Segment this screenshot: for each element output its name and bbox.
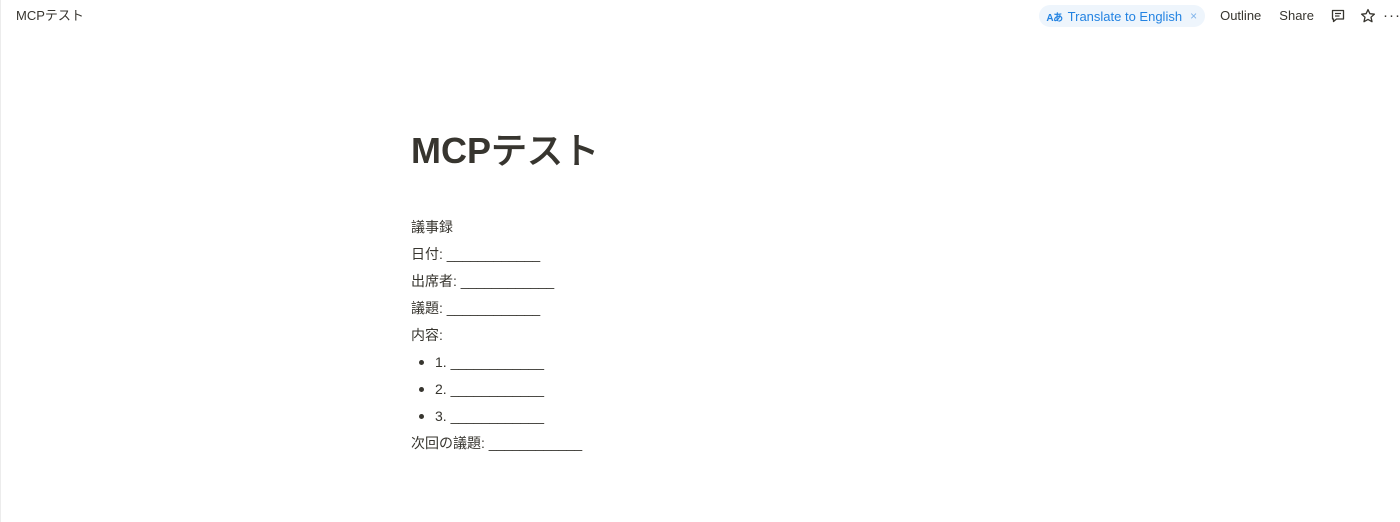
bullet-icon: [419, 414, 424, 419]
next-agenda-line[interactable]: 次回の議題: ____________: [411, 430, 1111, 457]
date-line[interactable]: 日付: ____________: [411, 241, 1111, 268]
top-bar: MCPテスト Aあ Translate to English × Outline…: [1, 0, 1400, 32]
share-button[interactable]: Share: [1270, 4, 1323, 28]
outline-button[interactable]: Outline: [1211, 4, 1270, 28]
list-item[interactable]: 3. ____________: [411, 403, 1111, 430]
star-icon: [1360, 8, 1376, 23]
more-button[interactable]: ···: [1383, 4, 1400, 28]
content-line[interactable]: 内容:: [411, 322, 1111, 349]
translate-button[interactable]: Aあ Translate to English ×: [1039, 5, 1206, 27]
translate-icon: Aあ: [1046, 12, 1063, 24]
list-item-text: 2. ____________: [435, 381, 544, 397]
comment-icon: [1331, 9, 1345, 23]
heading-line[interactable]: 議事録: [411, 214, 1111, 241]
breadcrumb[interactable]: MCPテスト: [16, 8, 84, 24]
top-actions: Aあ Translate to English × Outline Share …: [1039, 4, 1400, 28]
list-item[interactable]: 2. ____________: [411, 376, 1111, 403]
close-icon[interactable]: ×: [1190, 9, 1197, 23]
favorite-button[interactable]: [1353, 4, 1383, 28]
document: MCPテスト 議事録 日付: ____________ 出席者: _______…: [411, 128, 1111, 457]
list-item[interactable]: 1. ____________: [411, 349, 1111, 376]
content-list: 1. ____________ 2. ____________ 3. _____…: [411, 349, 1111, 430]
list-item-text: 1. ____________: [435, 354, 544, 370]
app-window: MCPテスト Aあ Translate to English × Outline…: [0, 0, 1400, 522]
bullet-icon: [419, 387, 424, 392]
bullet-icon: [419, 360, 424, 365]
page-title[interactable]: MCPテスト: [411, 128, 1111, 174]
comment-button[interactable]: [1323, 4, 1353, 28]
translate-label: Translate to English: [1067, 8, 1183, 24]
attendees-line[interactable]: 出席者: ____________: [411, 268, 1111, 295]
document-body: 議事録 日付: ____________ 出席者: ____________ 議…: [411, 214, 1111, 457]
list-item-text: 3. ____________: [435, 408, 544, 424]
agenda-line[interactable]: 議題: ____________: [411, 295, 1111, 322]
